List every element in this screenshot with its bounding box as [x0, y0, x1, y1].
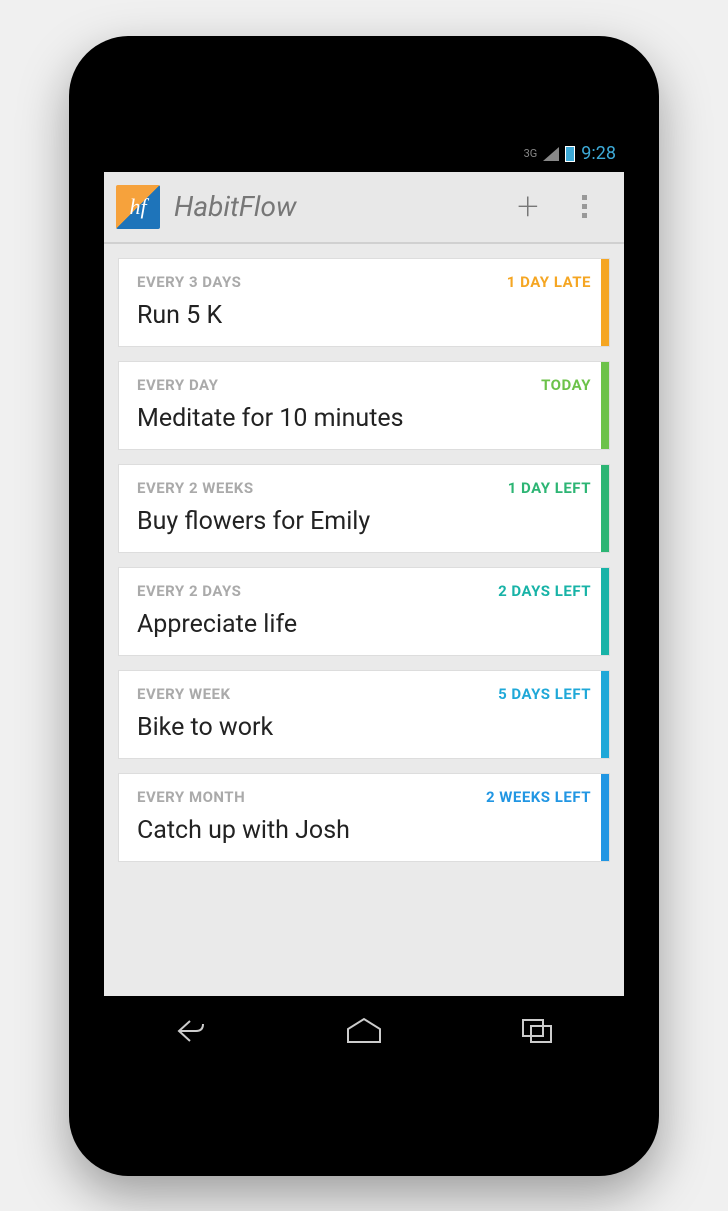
habit-card[interactable]: EVERY 3 DAYS 1 DAY LATE Run 5 K — [118, 258, 610, 347]
signal-icon — [543, 147, 559, 161]
status-stripe — [601, 259, 609, 346]
habit-status: 1 DAY LEFT — [508, 479, 591, 497]
habit-title: Bike to work — [137, 713, 591, 742]
habit-status: 1 DAY LATE — [507, 273, 591, 291]
home-button[interactable] — [329, 1012, 399, 1050]
network-label: 3G — [524, 147, 538, 160]
overflow-menu-button[interactable] — [556, 179, 612, 235]
status-bar: 3G 9:28 — [104, 136, 624, 172]
phone-frame: 3G 9:28 hf HabitFlow + EVERY 3 DAYS 1 DAY… — [69, 36, 659, 1176]
status-stripe — [601, 568, 609, 655]
habit-card-header: EVERY WEEK 5 DAYS LEFT — [137, 685, 591, 703]
habit-frequency: EVERY 3 DAYS — [137, 273, 241, 291]
app-logo-text: hf — [129, 194, 146, 220]
status-stripe — [601, 362, 609, 449]
screen: 3G 9:28 hf HabitFlow + EVERY 3 DAYS 1 DAY… — [104, 136, 624, 1066]
habit-frequency: EVERY 2 WEEKS — [137, 479, 254, 497]
habit-card[interactable]: EVERY DAY TODAY Meditate for 10 minutes — [118, 361, 610, 450]
habit-card-header: EVERY 3 DAYS 1 DAY LATE — [137, 273, 591, 291]
recent-apps-button[interactable] — [502, 1012, 572, 1050]
habit-card[interactable]: EVERY 2 DAYS 2 DAYS LEFT Appreciate life — [118, 567, 610, 656]
habit-status: TODAY — [541, 376, 591, 394]
battery-icon — [565, 146, 575, 162]
habit-card[interactable]: EVERY 2 WEEKS 1 DAY LEFT Buy flowers for E… — [118, 464, 610, 553]
habit-frequency: EVERY WEEK — [137, 685, 230, 703]
habit-frequency: EVERY DAY — [137, 376, 218, 394]
clock: 9:28 — [581, 143, 616, 164]
habit-title: Buy flowers for Emily — [137, 507, 591, 536]
habit-title: Run 5 K — [137, 301, 591, 330]
habit-title: Appreciate life — [137, 610, 591, 639]
habit-card[interactable]: EVERY MONTH 2 WEEKS LEFT Catch up with Jos… — [118, 773, 610, 862]
plus-icon: + — [517, 188, 538, 226]
habit-card-header: EVERY 2 WEEKS 1 DAY LEFT — [137, 479, 591, 497]
habit-title: Catch up with Josh — [137, 816, 591, 845]
android-nav-bar — [104, 996, 624, 1066]
habit-card[interactable]: EVERY WEEK 5 DAYS LEFT Bike to work — [118, 670, 610, 759]
status-stripe — [601, 671, 609, 758]
overflow-icon — [582, 195, 587, 218]
back-button[interactable] — [156, 1012, 226, 1050]
habit-card-header: EVERY 2 DAYS 2 DAYS LEFT — [137, 582, 591, 600]
habit-card-header: EVERY DAY TODAY — [137, 376, 591, 394]
app-logo-icon: hf — [116, 185, 160, 229]
habit-frequency: EVERY 2 DAYS — [137, 582, 241, 600]
status-stripe — [601, 465, 609, 552]
app-title: HabitFlow — [174, 190, 500, 223]
status-stripe — [601, 774, 609, 861]
habit-list: EVERY 3 DAYS 1 DAY LATE Run 5 K EVERY DAY TO… — [104, 244, 624, 996]
habit-status: 5 DAYS LEFT — [498, 685, 591, 703]
habit-card-header: EVERY MONTH 2 WEEKS LEFT — [137, 788, 591, 806]
habit-frequency: EVERY MONTH — [137, 788, 245, 806]
habit-status: 2 DAYS LEFT — [498, 582, 591, 600]
habit-title: Meditate for 10 minutes — [137, 404, 591, 433]
add-button[interactable]: + — [500, 179, 556, 235]
habit-status: 2 WEEKS LEFT — [486, 788, 591, 806]
action-bar: hf HabitFlow + — [104, 172, 624, 244]
